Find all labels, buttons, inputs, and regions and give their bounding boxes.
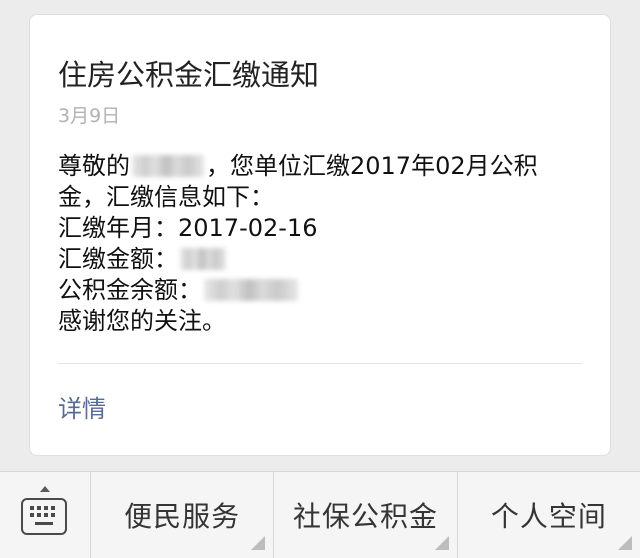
card-date: 3月9日	[58, 105, 121, 127]
chevron-up-icon	[40, 486, 50, 492]
greeting-prefix: 尊敬的	[58, 152, 130, 180]
notification-card: 住房公积金汇缴通知 3月9日 尊敬的 ，您单位汇缴2017年02月公积 金，汇缴信…	[29, 14, 611, 456]
payment-month-line: 汇缴年月：2017-02-16	[58, 213, 588, 244]
redacted-name	[132, 155, 204, 177]
menu-item-label: 个人空间	[490, 500, 607, 533]
payment-month-label: 汇缴年月：	[58, 214, 178, 242]
keyboard-icon	[21, 498, 67, 535]
redacted-amount	[180, 248, 226, 270]
submenu-indicator-icon	[617, 536, 632, 550]
fund-balance-line: 公积金余额：	[58, 275, 588, 306]
bottom-menu-bar: 便民服务 社保公积金 个人空间	[0, 471, 640, 558]
payment-month-value: 2017-02-16	[178, 214, 318, 242]
card-body: 尊敬的 ，您单位汇缴2017年02月公积 金，汇缴信息如下： 汇缴年月：2017-…	[58, 151, 588, 337]
info-intro-line: 金，汇缴信息如下：	[58, 183, 274, 211]
payment-amount-label: 汇缴金额：	[58, 245, 178, 273]
keyboard-toggle-button[interactable]	[0, 472, 91, 558]
submenu-indicator-icon	[251, 536, 266, 550]
menu-item-social-security-fund[interactable]: 社保公积金	[274, 472, 458, 558]
greeting-suffix: ，您单位汇缴2017年02月公积	[206, 152, 538, 180]
payment-amount-line: 汇缴金额：	[58, 244, 588, 275]
fund-balance-label: 公积金余额：	[58, 276, 202, 304]
submenu-indicator-icon	[434, 536, 449, 550]
greeting-line: 尊敬的 ，您单位汇缴2017年02月公积	[58, 151, 588, 182]
closing-line: 感谢您的关注。	[58, 307, 226, 335]
menu-item-convenience-services[interactable]: 便民服务	[91, 472, 275, 558]
menu-item-personal-space[interactable]: 个人空间	[458, 472, 640, 558]
redacted-balance	[204, 279, 298, 301]
menu-item-label: 便民服务	[124, 500, 241, 533]
card-title: 住房公积金汇缴通知	[58, 58, 320, 92]
menu-item-label: 社保公积金	[292, 500, 438, 533]
card-divider	[58, 363, 582, 364]
details-link[interactable]: 详情	[58, 393, 106, 425]
